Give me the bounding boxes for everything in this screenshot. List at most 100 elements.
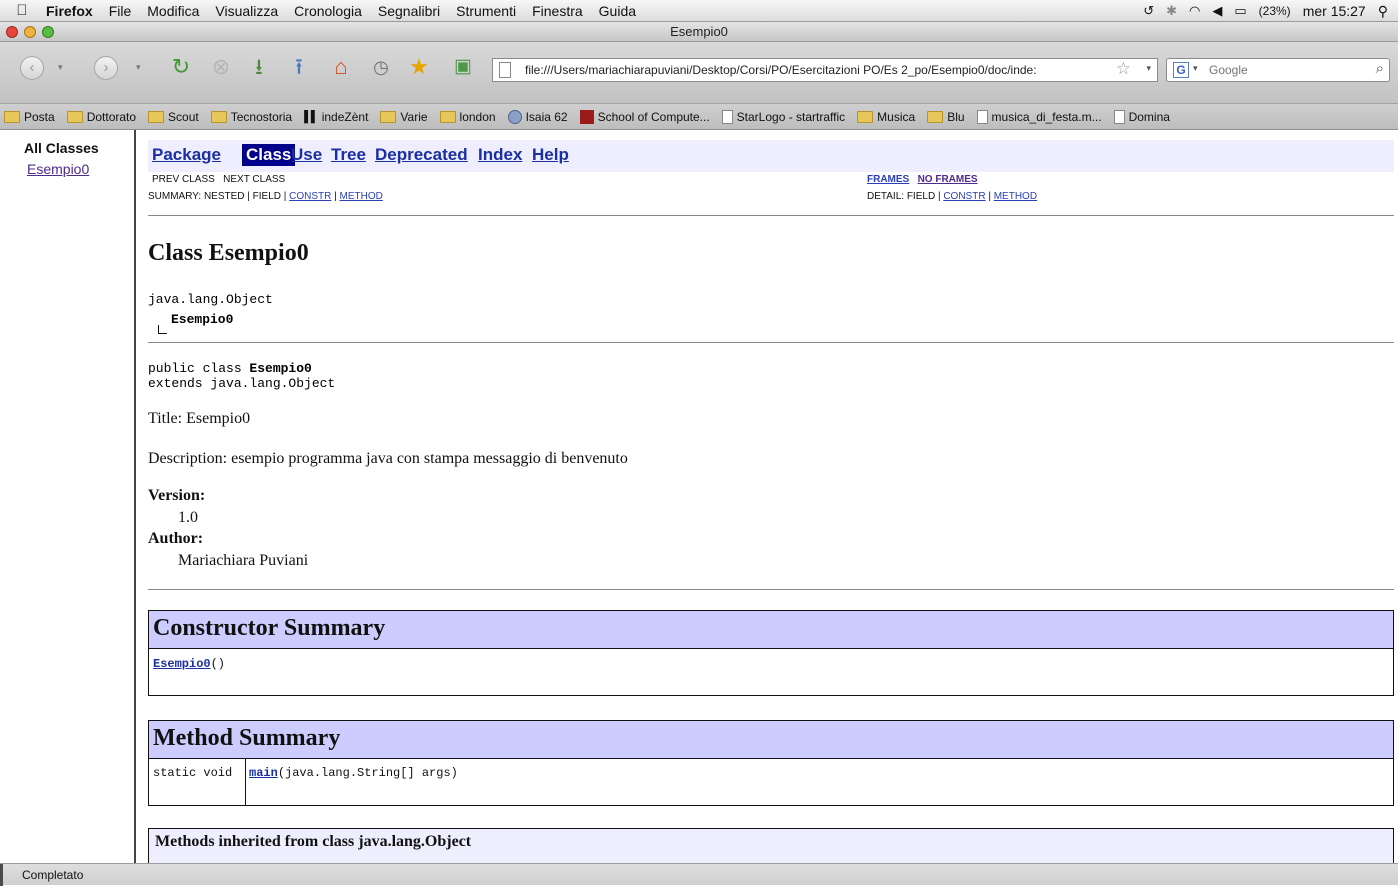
bookmark-star-icon[interactable]: ★ xyxy=(406,54,432,80)
summary-method-link[interactable]: METHOD xyxy=(340,191,383,202)
nav-use-link[interactable]: Use xyxy=(291,145,322,165)
page-icon xyxy=(1113,109,1125,124)
search-icon[interactable]: ⌕ xyxy=(1376,60,1384,77)
author-label: Author: xyxy=(148,530,204,547)
battery-percent: (23%) xyxy=(1258,4,1291,18)
mac-menubar:  Firefox File Modifica Visualizza Crono… xyxy=(0,0,1398,22)
detail-constr-link[interactable]: CONSTR xyxy=(943,191,985,202)
search-box[interactable]: G ▾ ⌕ xyxy=(1166,58,1390,82)
back-history-dropdown[interactable]: ▾ xyxy=(58,62,63,73)
bookmark-indezent[interactable]: ▌▌ indeZènt xyxy=(300,110,372,124)
declaration-prefix: public class xyxy=(148,361,250,376)
bookmark-starlogo[interactable]: StarLogo - startraffic xyxy=(718,109,850,124)
menu-visualizza[interactable]: Visualizza xyxy=(207,3,286,19)
bluetooth-icon[interactable]: ✱ xyxy=(1166,3,1177,19)
url-text[interactable]: file:///Users/mariachiarapuviani/Desktop… xyxy=(525,63,1100,77)
column-separator xyxy=(245,759,246,805)
url-history-dropdown-icon[interactable]: ▾ xyxy=(1146,63,1151,74)
constructor-args: () xyxy=(210,657,226,671)
stop-icon[interactable]: ⊗ xyxy=(208,54,234,80)
class-extends: extends java.lang.Object xyxy=(148,376,336,391)
home-icon[interactable]: ⌂ xyxy=(328,54,354,80)
page-icon xyxy=(976,109,988,124)
class-detail-frame: Package Class Use Tree Deprecated Index … xyxy=(138,130,1398,863)
close-window-button[interactable] xyxy=(6,26,18,38)
upload-icon[interactable]: ⭱ xyxy=(286,54,312,80)
folder-icon xyxy=(927,110,944,123)
frames-link[interactable]: FRAMES xyxy=(867,174,909,185)
menu-strumenti[interactable]: Strumenti xyxy=(448,3,524,19)
nav-help-link[interactable]: Help xyxy=(532,145,569,165)
menu-finestra[interactable]: Finestra xyxy=(524,3,591,19)
screenshot-icon[interactable]: ▣ xyxy=(450,54,476,80)
bookmark-school-of-computer[interactable]: School of Compute... xyxy=(576,109,714,124)
javadoc-navbar: Package Class Use Tree Deprecated Index … xyxy=(148,140,1394,172)
time-machine-icon[interactable]: ↺ xyxy=(1143,3,1154,19)
download-icon[interactable]: ⭳ xyxy=(246,54,272,80)
bookmark-musica[interactable]: Musica xyxy=(853,110,919,124)
minimize-window-button[interactable] xyxy=(24,26,36,38)
inheritance-connector xyxy=(158,325,167,334)
menu-guida[interactable]: Guida xyxy=(591,3,644,19)
class-declaration: public class Esempio0 xyxy=(148,361,312,376)
menu-cronologia[interactable]: Cronologia xyxy=(286,3,370,19)
search-engine-dropdown-icon[interactable]: ▾ xyxy=(1193,63,1198,74)
bookmark-london[interactable]: london xyxy=(436,110,500,124)
status-grip xyxy=(0,864,10,886)
bookmark-tecnostoria[interactable]: Tecnostoria xyxy=(207,110,296,124)
status-text: Completato xyxy=(22,868,84,882)
detail-method-link[interactable]: METHOD xyxy=(994,191,1037,202)
apple-menu-icon[interactable]:  xyxy=(0,2,44,19)
method-summary-header: Method Summary xyxy=(149,721,1393,759)
reload-icon[interactable]: ↻ xyxy=(168,54,194,80)
description-tag: Description: esempio programma java con … xyxy=(148,450,628,467)
bookmark-dottorato[interactable]: Dottorato xyxy=(63,110,140,124)
bookmark-scout[interactable]: Scout xyxy=(144,110,203,124)
nav-package-link[interactable]: Package xyxy=(152,145,221,165)
summary-separator: | xyxy=(331,191,340,202)
detail-links: DETAIL: FIELD | CONSTR | METHOD xyxy=(867,191,1037,202)
menu-segnalibri[interactable]: Segnalibri xyxy=(370,3,448,19)
forward-button[interactable]: › xyxy=(94,56,118,80)
nav-deprecated-link[interactable]: Deprecated xyxy=(375,145,468,165)
folder-icon xyxy=(380,110,397,123)
folder-icon xyxy=(439,110,456,123)
constructor-summary-table: Constructor Summary Esempio0() xyxy=(148,610,1394,696)
volume-icon[interactable]: ◀ xyxy=(1212,3,1222,19)
nav-tree-link[interactable]: Tree xyxy=(331,145,366,165)
bookmark-this-page-icon[interactable]: ☆ xyxy=(1116,59,1131,79)
history-icon[interactable]: ◷ xyxy=(368,54,394,80)
back-button[interactable]: ‹ xyxy=(20,56,44,80)
search-input[interactable] xyxy=(1207,60,1357,80)
address-bar[interactable]: file:///Users/mariachiarapuviani/Desktop… xyxy=(492,58,1158,82)
bookmark-blu[interactable]: Blu xyxy=(923,110,968,124)
bookmark-varie[interactable]: Varie xyxy=(376,110,431,124)
clock[interactable]: mer 15:27 xyxy=(1303,3,1366,19)
menu-app-firefox[interactable]: Firefox xyxy=(44,3,101,19)
wifi-icon[interactable]: ◠ xyxy=(1189,3,1200,19)
summary-links: SUMMARY: NESTED | FIELD | CONSTR | METHO… xyxy=(148,191,383,202)
method-link-main[interactable]: main xyxy=(249,766,278,780)
spotlight-icon[interactable]: ⚲ xyxy=(1378,3,1388,20)
class-link-esempio0[interactable]: Esempio0 xyxy=(27,161,89,177)
nav-index-link[interactable]: Index xyxy=(478,145,522,165)
menu-modifica[interactable]: Modifica xyxy=(139,3,207,19)
bookmark-domina[interactable]: Domina xyxy=(1110,109,1174,124)
zoom-window-button[interactable] xyxy=(42,26,54,38)
bookmark-isaia-62[interactable]: Isaia 62 xyxy=(504,109,572,124)
constructor-link-esempio0[interactable]: Esempio0 xyxy=(153,657,211,671)
summary-constr-link[interactable]: CONSTR xyxy=(289,191,331,202)
google-engine-icon[interactable]: G xyxy=(1173,62,1189,78)
bookmark-posta[interactable]: Posta xyxy=(0,110,59,124)
method-args: (java.lang.String[] args) xyxy=(277,766,458,780)
no-frames-link[interactable]: NO FRAMES xyxy=(918,174,978,185)
window-titlebar: Esempio0 xyxy=(0,22,1398,42)
battery-icon[interactable]: ▭ xyxy=(1234,3,1246,19)
menu-file[interactable]: File xyxy=(101,3,140,19)
forward-history-dropdown[interactable]: ▾ xyxy=(136,62,141,73)
version-label: Version: xyxy=(148,487,206,504)
menubar-status-area: ↺ ✱ ◠ ◀ ▭ (23%) mer 15:27 ⚲ xyxy=(1143,0,1388,22)
page-icon xyxy=(721,109,733,124)
window-title: Esempio0 xyxy=(670,24,728,39)
bookmark-musica-di-festa[interactable]: musica_di_festa.m... xyxy=(973,109,1106,124)
